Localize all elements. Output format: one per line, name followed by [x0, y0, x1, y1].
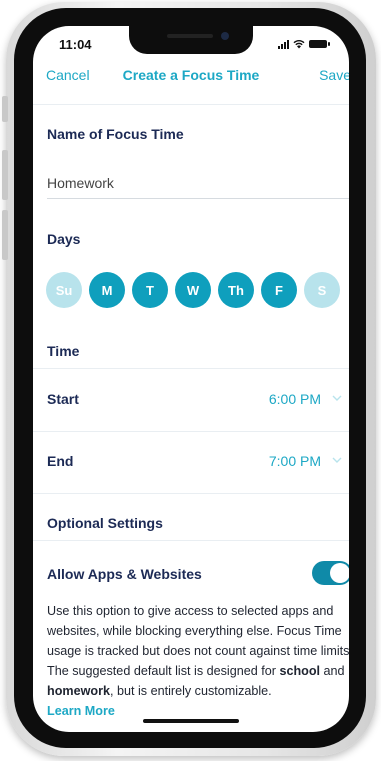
- divider: [33, 540, 349, 541]
- days-heading: Days: [47, 231, 81, 247]
- day-friday[interactable]: F: [261, 272, 297, 308]
- end-time-value[interactable]: 7:00 PM: [269, 453, 321, 469]
- allow-apps-label: Allow Apps & Websites: [47, 566, 202, 582]
- chevron-down-icon: [332, 457, 342, 463]
- status-icons: [278, 39, 330, 49]
- start-time-value[interactable]: 6:00 PM: [269, 391, 321, 407]
- time-heading: Time: [47, 343, 80, 359]
- description-bold-school: school: [279, 664, 321, 678]
- front-camera: [221, 32, 229, 40]
- allow-apps-description: Use this option to give access to select…: [47, 601, 349, 721]
- description-text: , but is entirely customizable.: [109, 684, 272, 698]
- signal-icon: [278, 39, 289, 49]
- day-thursday[interactable]: Th: [218, 272, 254, 308]
- status-bar: 11:04: [33, 26, 349, 60]
- save-button[interactable]: Save: [319, 67, 349, 83]
- description-text: and: [320, 664, 345, 678]
- app-screen: 11:04 Create a Focus Time Cancel Save Na…: [33, 26, 349, 732]
- optional-settings-heading: Optional Settings: [47, 515, 163, 531]
- toggle-knob: [330, 563, 349, 583]
- end-label: End: [47, 453, 74, 469]
- phone-side-button: [2, 210, 8, 260]
- nav-bar: Create a Focus Time Cancel Save: [33, 60, 349, 105]
- phone-side-button: [2, 150, 8, 200]
- day-wednesday[interactable]: W: [175, 272, 211, 308]
- day-monday[interactable]: M: [89, 272, 125, 308]
- day-tuesday[interactable]: T: [132, 272, 168, 308]
- notch: [129, 26, 253, 54]
- input-underline: [47, 198, 349, 199]
- end-time-row[interactable]: End 7:00 PM: [33, 431, 349, 494]
- day-saturday[interactable]: S: [304, 272, 340, 308]
- description-bold-homework: homework: [47, 684, 110, 698]
- start-time-row[interactable]: Start 6:00 PM: [33, 369, 349, 432]
- day-sunday[interactable]: Su: [46, 272, 82, 308]
- home-indicator: [143, 719, 239, 723]
- allow-apps-toggle[interactable]: [312, 561, 349, 585]
- cancel-button[interactable]: Cancel: [46, 67, 90, 83]
- wifi-icon: [293, 40, 305, 49]
- chevron-down-icon: [332, 395, 342, 401]
- battery-icon: [309, 40, 330, 48]
- start-label: Start: [47, 391, 79, 407]
- learn-more-link[interactable]: Learn More: [47, 701, 349, 721]
- status-time: 11:04: [59, 37, 92, 52]
- focus-name-input[interactable]: Homework: [47, 175, 114, 191]
- days-selector: Su M T W Th F S: [46, 272, 340, 308]
- name-heading: Name of Focus Time: [47, 126, 184, 142]
- phone-side-button: [2, 96, 8, 122]
- speaker-grille: [167, 34, 213, 38]
